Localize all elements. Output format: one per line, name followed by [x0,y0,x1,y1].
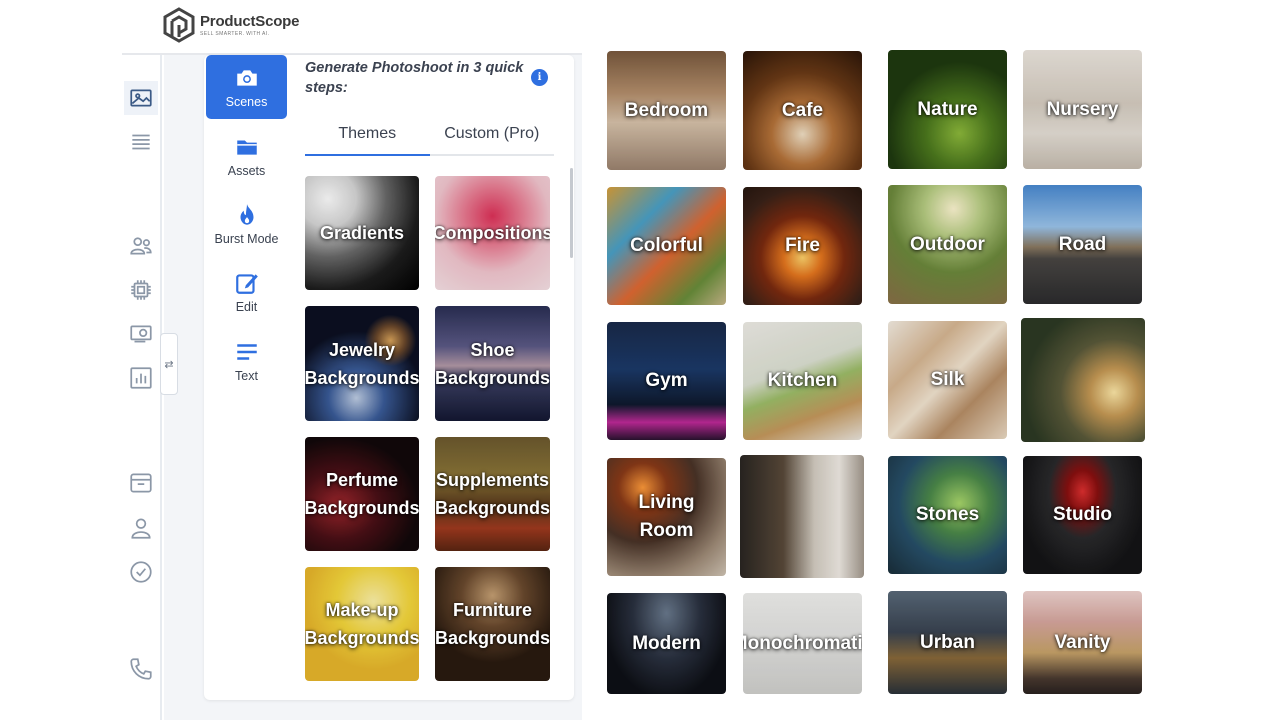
theme-tile-shoe-backgrounds[interactable]: Shoe Backgrounds [435,306,550,421]
scene-tile-modern[interactable]: Modern [607,593,726,694]
tool-label: Text [235,369,258,383]
panel-title: Generate Photoshoot in 3 quick steps: [305,60,524,96]
tool-assets-button[interactable]: Assets [206,124,287,188]
scene-tile-outdoor[interactable]: Outdoor [888,185,1007,304]
theme-tile-supplements-backgrounds[interactable]: Supplements Backgrounds [435,437,550,551]
tool-burst-mode-button[interactable]: Burst Mode [206,192,287,256]
brand-logo[interactable]: ProductScope SELL SMARTER. WITH AI. [162,6,302,44]
scene-tile-road[interactable]: Road [1023,185,1142,304]
scene-tile-urban[interactable]: Urban [888,591,1007,694]
theme-tabs: Themes Custom (Pro) [305,116,554,156]
scene-tile-monochromatic[interactable]: Monochromatic [743,593,862,694]
text-icon [236,344,257,360]
productscope-logo-icon [163,7,195,43]
swap-arrows-icon: ⇄ [164,358,174,371]
theme-tile-make-up-backgrounds[interactable]: Make-up Backgrounds [305,567,419,681]
rail-user-icon[interactable] [124,511,158,545]
theme-tile-perfume-backgrounds[interactable]: Perfume Backgrounds [305,437,419,551]
tab-themes[interactable]: Themes [305,116,430,156]
tool-label: Edit [235,300,258,314]
scene-tile-fire[interactable]: Fire [743,187,862,305]
brand-name: ProductScope [200,13,300,30]
brand-tagline: SELL SMARTER. WITH AI. [200,31,270,37]
scene-tile-stones[interactable]: Stones [888,456,1007,574]
theme-tile-gradients[interactable]: Gradients [305,176,419,290]
tool-label: Scenes [225,95,268,109]
panel-scrollbar[interactable] [570,168,573,258]
scene-tile-bedroom[interactable]: Bedroom [607,51,726,170]
tab-custom-pro[interactable]: Custom (Pro) [430,116,555,154]
collapse-toggle-button[interactable]: ⇄ [160,333,178,395]
camera-icon [236,70,257,86]
tool-label: Assets [227,164,266,178]
scene-tile-vanity[interactable]: Vanity [1023,591,1142,694]
rail-check-circle-icon[interactable] [124,555,158,589]
icon-rail [122,55,162,720]
tool-text-button[interactable]: Text [206,329,287,393]
tool-label: Burst Mode [214,232,279,246]
scene-tile-colorful[interactable]: Colorful [607,187,726,305]
info-icon[interactable]: i [531,69,548,86]
tool-edit-button[interactable]: Edit [206,260,287,324]
scene-tile-cafe[interactable]: Cafe [743,51,862,170]
scene-tile-gym[interactable]: Gym [607,322,726,440]
rail-phone-icon[interactable] [124,652,158,686]
rail-inbox-icon[interactable] [124,466,158,500]
scene-tile-silk[interactable]: Silk [888,321,1007,439]
rail-chip-icon[interactable] [124,273,158,307]
scene-tile-nursery[interactable]: Nursery [1023,50,1142,169]
scene-tile-kitchen[interactable]: Kitchen [743,322,862,440]
rail-users-icon[interactable] [124,229,158,263]
folder-icon [236,140,257,155]
tool-scenes-button[interactable]: Scenes [206,55,287,119]
fire-icon [240,204,253,225]
rail-chart-icon[interactable] [124,361,158,395]
scene-tile-studio[interactable]: Studio [1023,456,1142,574]
theme-tile-furniture-backgrounds[interactable]: Furniture Backgrounds [435,567,550,681]
edit-icon [235,274,258,294]
theme-tile-jewelry-backgrounds[interactable]: Jewelry Backgrounds [305,306,419,421]
rail-image-icon[interactable] [124,81,158,115]
theme-tile-compositions[interactable]: Compositions [435,176,550,290]
rail-list-icon[interactable] [124,125,158,159]
app-root: ProductScope SELL SMARTER. WITH AI. ⇄ Sc… [0,0,1279,720]
scene-tile-candles[interactable] [740,455,864,578]
scene-tile-nature[interactable]: Nature [888,50,1007,169]
rail-money-icon[interactable] [124,317,158,351]
scene-tile-spa[interactable] [1021,318,1145,442]
scene-tile-living-room[interactable]: Living Room [607,458,726,576]
